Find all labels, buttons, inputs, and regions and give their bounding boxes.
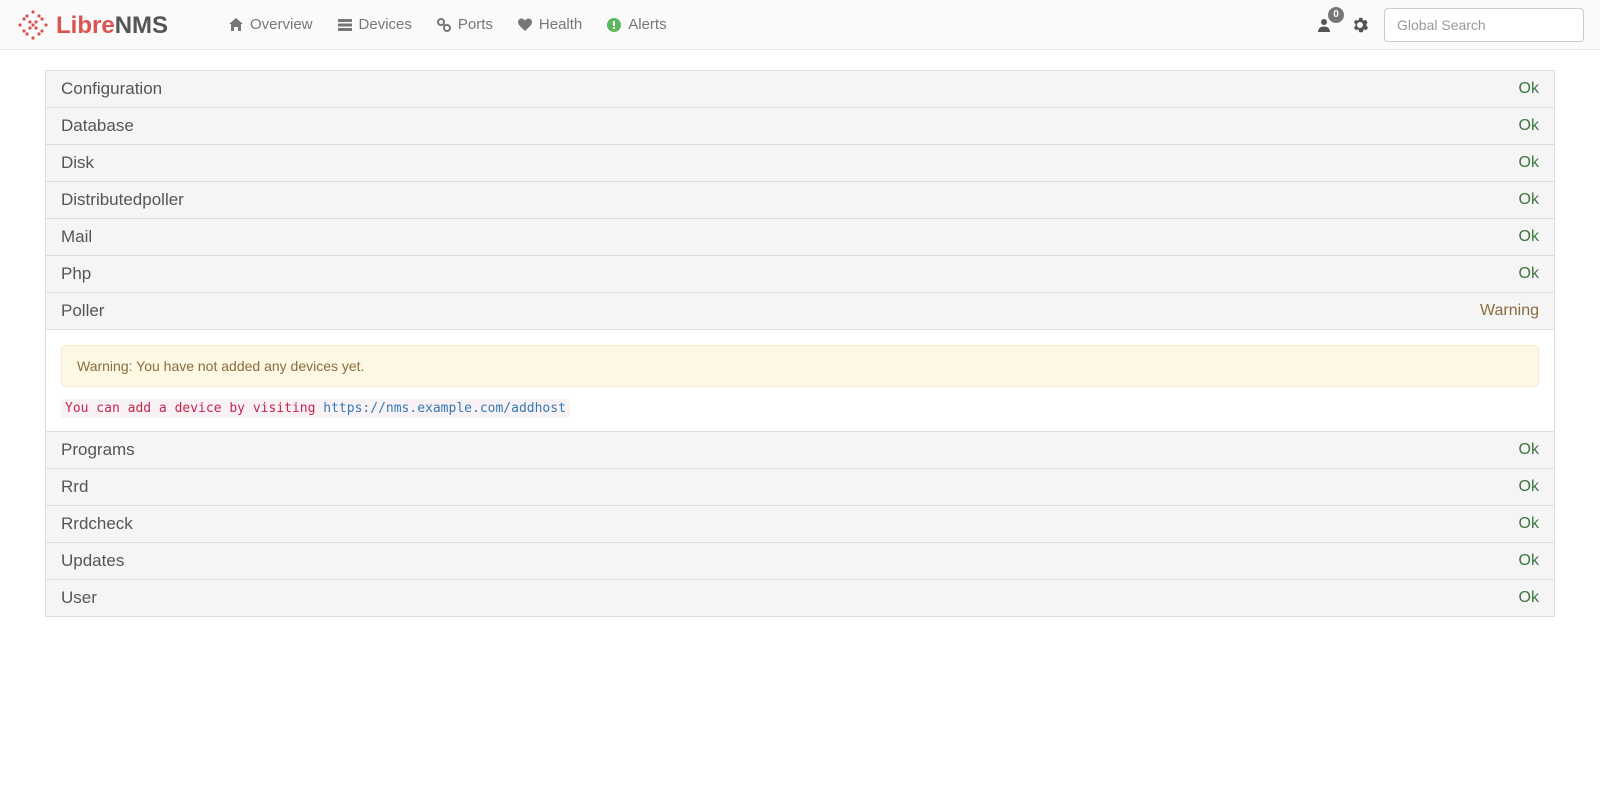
panel-heading[interactable]: Rrdcheck Ok [46, 506, 1554, 542]
addhost-link[interactable]: https://nms.example.com/addhost [323, 401, 566, 416]
logo-text-2: NMS [115, 12, 168, 39]
fix-suggestion: You can add a device by visiting https:/… [61, 399, 1539, 416]
panel-status: Warning [1480, 302, 1539, 320]
panel-title: Php [61, 264, 91, 284]
user-menu[interactable]: 0 [1312, 13, 1336, 37]
validation-panel: Php Ok [45, 256, 1555, 293]
panel-heading[interactable]: Mail Ok [46, 219, 1554, 255]
panel-title: Disk [61, 153, 94, 173]
panel-status: Ok [1519, 441, 1539, 459]
panel-title: Distributedpoller [61, 190, 184, 210]
validation-panel: Poller Warning Warning: You have not added… [45, 293, 1555, 432]
navbar-right: 0 [1312, 8, 1584, 42]
warning-alert: Warning: You have not added any devices … [61, 345, 1539, 387]
logo-text-1: Libre [56, 12, 115, 39]
panel-heading[interactable]: Php Ok [46, 256, 1554, 292]
panel-status: Ok [1519, 552, 1539, 570]
nav-ports[interactable]: Ports [426, 8, 503, 41]
panel-heading[interactable]: Distributedpoller Ok [46, 182, 1554, 218]
panel-heading[interactable]: Poller Warning [46, 293, 1554, 329]
gear-icon [1352, 17, 1368, 33]
nav-devices[interactable]: Devices [327, 8, 422, 41]
validation-panel: User Ok [45, 580, 1555, 617]
main-content: ConfigurationOkDatabaseOkDiskOkDistribut… [30, 70, 1570, 617]
panel-status: Ok [1519, 589, 1539, 607]
logo[interactable]: LibreNMS [16, 9, 202, 41]
heartbeat-icon [517, 17, 533, 33]
nav-alerts-label: Alerts [628, 16, 666, 33]
panel-heading[interactable]: Database Ok [46, 108, 1554, 144]
validation-panel: Mail Ok [45, 219, 1555, 256]
panel-status: Ok [1519, 228, 1539, 246]
nav-overview-label: Overview [250, 16, 313, 33]
validation-panel-group: ConfigurationOkDatabaseOkDiskOkDistribut… [45, 70, 1555, 617]
panel-status: Ok [1519, 265, 1539, 283]
panel-status: Ok [1519, 191, 1539, 209]
panel-title: Mail [61, 227, 92, 247]
panel-title: Rrdcheck [61, 514, 133, 534]
nav-devices-label: Devices [359, 16, 412, 33]
link-icon [436, 17, 452, 33]
notification-badge: 0 [1328, 7, 1344, 23]
panel-title: Programs [61, 440, 135, 460]
panel-heading[interactable]: User Ok [46, 580, 1554, 616]
svg-text:LibreNMS: LibreNMS [56, 12, 168, 39]
global-search-input[interactable] [1384, 8, 1584, 42]
panel-body: Warning: You have not added any devices … [46, 329, 1554, 431]
panel-title: Database [61, 116, 134, 136]
navbar: LibreNMS Overview Devices Ports [0, 0, 1600, 50]
panel-title: Updates [61, 551, 124, 571]
home-icon [228, 17, 244, 33]
nav-overview[interactable]: Overview [218, 8, 323, 41]
validation-panel: Disk Ok [45, 145, 1555, 182]
panel-status: Ok [1519, 515, 1539, 533]
validation-panel: Configuration Ok [45, 71, 1555, 108]
panel-heading[interactable]: Configuration Ok [46, 71, 1554, 107]
validation-panel: Distributedpoller Ok [45, 182, 1555, 219]
panel-status: Ok [1519, 80, 1539, 98]
alert-icon [606, 17, 622, 33]
validation-panel: Programs Ok [45, 432, 1555, 469]
nav-ports-label: Ports [458, 16, 493, 33]
validation-panel: Database Ok [45, 108, 1555, 145]
panel-title: Rrd [61, 477, 88, 497]
panel-heading[interactable]: Updates Ok [46, 543, 1554, 579]
navbar-left: LibreNMS Overview Devices Ports [16, 8, 677, 41]
server-icon [337, 17, 353, 33]
nav-health-label: Health [539, 16, 582, 33]
validation-panel: Rrdcheck Ok [45, 506, 1555, 543]
panel-status: Ok [1519, 117, 1539, 135]
panel-heading[interactable]: Programs Ok [46, 432, 1554, 468]
panel-heading[interactable]: Disk Ok [46, 145, 1554, 181]
validation-panel: Updates Ok [45, 543, 1555, 580]
settings-menu[interactable] [1348, 13, 1372, 37]
panel-heading[interactable]: Rrd Ok [46, 469, 1554, 505]
panel-title: Configuration [61, 79, 162, 99]
panel-title: Poller [61, 301, 104, 321]
validation-panel: Rrd Ok [45, 469, 1555, 506]
panel-title: User [61, 588, 97, 608]
code-text: You can add a device by visiting https:/… [61, 399, 570, 418]
panel-status: Ok [1519, 478, 1539, 496]
nav-health[interactable]: Health [507, 8, 592, 41]
panel-status: Ok [1519, 154, 1539, 172]
nav-alerts[interactable]: Alerts [596, 8, 676, 41]
